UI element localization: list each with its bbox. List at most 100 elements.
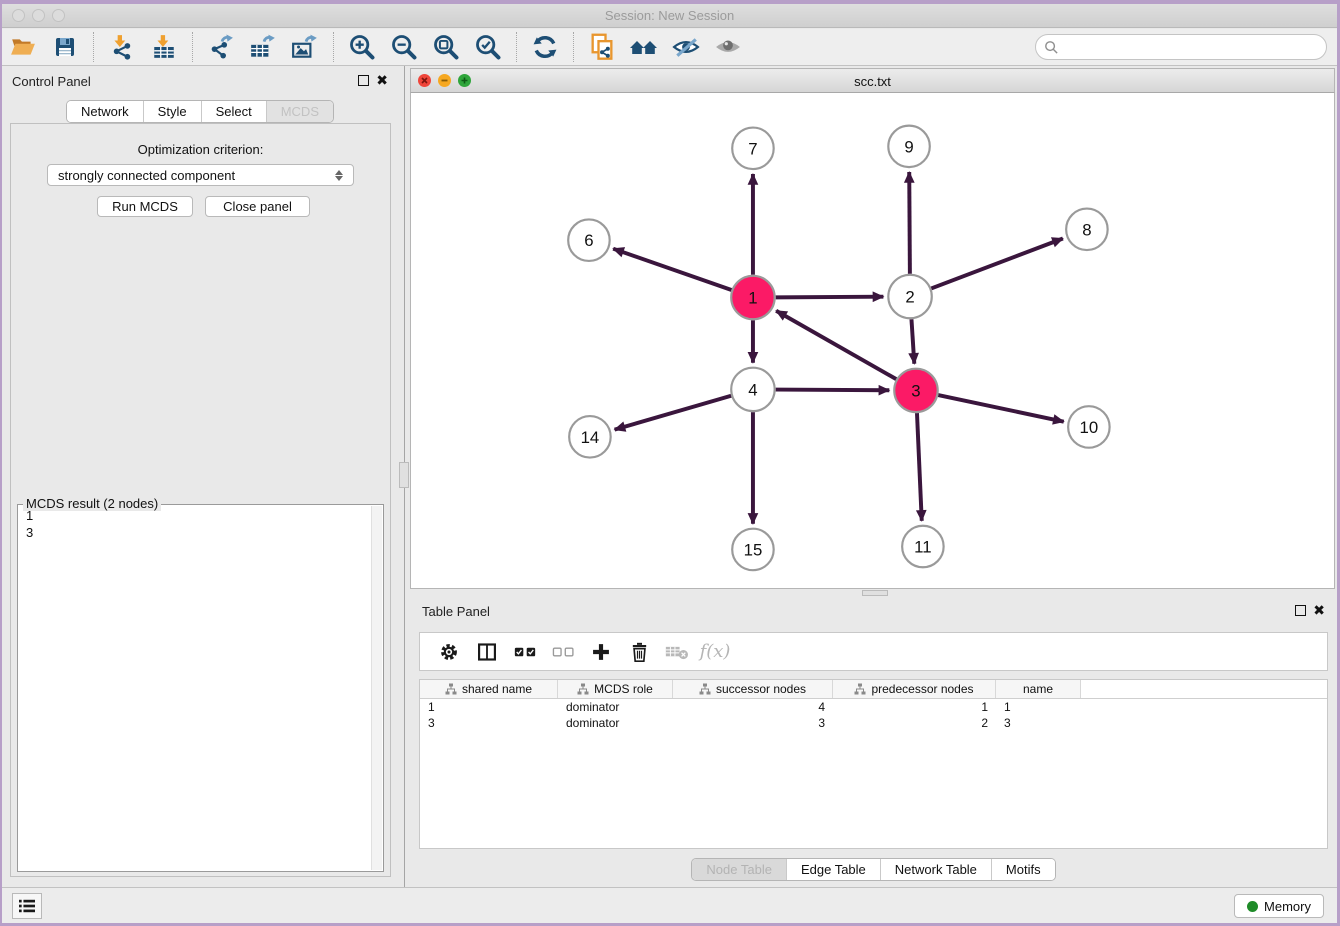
node-table[interactable]: shared nameMCDS role successor nodes prede… [419, 679, 1328, 849]
svg-text:14: 14 [581, 428, 600, 447]
column-header-successor-nodes[interactable]: successor nodes [673, 680, 833, 698]
run-mcds-button[interactable]: Run MCDS [97, 196, 193, 217]
tab-style[interactable]: Style [143, 101, 201, 122]
open-file-icon[interactable] [8, 32, 38, 62]
edge-1-6[interactable] [613, 249, 731, 290]
tab-network-table[interactable]: Network Table [880, 859, 991, 880]
delete-icon[interactable] [626, 639, 652, 665]
svg-text:1: 1 [748, 288, 757, 307]
column-header-shared-name[interactable]: shared name [420, 680, 558, 698]
edge-4-3[interactable] [776, 390, 890, 391]
column-header-name[interactable]: name [996, 680, 1081, 698]
graph-node-7[interactable]: 7 [732, 128, 773, 169]
graph-node-8[interactable]: 8 [1066, 209, 1107, 250]
float-table-panel-icon[interactable] [1295, 605, 1306, 616]
select-stepper-icon [335, 170, 343, 181]
table-cell[interactable]: dominator [558, 715, 673, 731]
zoom-selected-icon[interactable] [473, 32, 503, 62]
graph-node-14[interactable]: 14 [569, 416, 610, 457]
table-panel-tabs: Node TableEdge TableNetwork TableMotifs [691, 858, 1055, 881]
graph-node-4[interactable]: 4 [731, 368, 774, 411]
table-cell[interactable]: 3 [420, 715, 558, 731]
column-header-MCDS-role[interactable]: MCDS role [558, 680, 673, 698]
search-input[interactable] [1059, 40, 1326, 55]
edge-2-3[interactable] [911, 319, 914, 364]
table-cell[interactable]: 1 [833, 699, 996, 715]
select-all-checkboxes-icon[interactable] [512, 639, 538, 665]
column-header-empty [1081, 680, 1327, 698]
memory-button[interactable]: Memory [1234, 894, 1324, 918]
tab-node-table[interactable]: Node Table [692, 859, 786, 880]
network-canvas[interactable]: 7 9 6 8 1 2 4 3 14 10 15 11 [410, 93, 1335, 589]
tab-mcds[interactable]: MCDS [266, 101, 333, 122]
graph-node-11[interactable]: 11 [902, 526, 943, 567]
zoom-fit-icon[interactable] [431, 32, 461, 62]
export-image-icon[interactable] [290, 32, 320, 62]
vertical-splitter-grip[interactable] [399, 462, 409, 488]
hide-details-icon[interactable] [671, 32, 701, 62]
zoom-out-icon[interactable] [389, 32, 419, 62]
home-houses-icon[interactable] [629, 32, 659, 62]
settings-gear-icon[interactable] [436, 639, 462, 665]
edge-3-11[interactable] [917, 413, 922, 521]
network-window-titlebar[interactable]: scc.txt [410, 68, 1335, 93]
svg-text:11: 11 [914, 537, 931, 556]
table-cell[interactable]: 1 [996, 699, 1081, 715]
table-panel: Table Panel ✖ [410, 596, 1337, 887]
graph-node-3[interactable]: 3 [894, 369, 937, 412]
close-panel-button[interactable]: Close panel [205, 196, 310, 217]
column-header-predecessor-nodes[interactable]: predecessor nodes [833, 680, 996, 698]
table-cell[interactable]: 1 [420, 699, 558, 715]
show-details-icon[interactable] [713, 32, 743, 62]
tab-edge-table[interactable]: Edge Table [786, 859, 880, 880]
edge-2-8[interactable] [931, 238, 1063, 288]
table-row[interactable]: 3dominator323 [420, 715, 1327, 731]
tab-select[interactable]: Select [201, 101, 266, 122]
tab-motifs[interactable]: Motifs [991, 859, 1055, 880]
add-icon[interactable] [588, 639, 614, 665]
list-icon [18, 898, 36, 914]
table-cell[interactable]: 3 [996, 715, 1081, 731]
clone-network-icon[interactable] [587, 32, 617, 62]
table-cell[interactable]: 3 [673, 715, 833, 731]
graph-node-6[interactable]: 6 [568, 219, 609, 260]
table-cell[interactable]: 2 [833, 715, 996, 731]
function-builder-icon[interactable]: f(x) [702, 639, 728, 665]
network-graph[interactable]: 7 9 6 8 1 2 4 3 14 10 15 11 [411, 93, 1334, 588]
close-table-panel-icon[interactable]: ✖ [1313, 605, 1325, 616]
table-header-row[interactable]: shared nameMCDS role successor nodes prede… [420, 680, 1327, 699]
table-cell[interactable]: dominator [558, 699, 673, 715]
result-scrollbar[interactable] [371, 506, 382, 870]
graph-node-1[interactable]: 1 [731, 276, 774, 319]
optimization-criterion-select[interactable]: strongly connected component [47, 164, 354, 186]
edge-2-9[interactable] [909, 172, 910, 274]
graph-node-10[interactable]: 10 [1068, 406, 1109, 447]
table-cell[interactable]: 4 [673, 699, 833, 715]
export-network-icon[interactable] [206, 32, 236, 62]
import-network-icon[interactable] [107, 32, 137, 62]
refresh-icon[interactable] [530, 32, 560, 62]
delete-table-icon[interactable] [664, 639, 690, 665]
zoom-in-icon[interactable] [347, 32, 377, 62]
edge-1-2[interactable] [776, 297, 884, 298]
column-label: successor nodes [716, 682, 806, 696]
edge-3-10[interactable] [938, 395, 1064, 422]
task-history-button[interactable] [12, 893, 42, 919]
network-window: scc.txt 7 9 6 8 1 2 4 3 14 10 15 11 [410, 66, 1337, 596]
edge-4-14[interactable] [615, 396, 732, 430]
save-session-icon[interactable] [50, 32, 80, 62]
export-table-icon[interactable] [248, 32, 278, 62]
graph-node-15[interactable]: 15 [732, 529, 773, 570]
table-body[interactable]: 1dominator4113dominator323 [420, 699, 1327, 731]
graph-node-9[interactable]: 9 [888, 126, 929, 167]
close-panel-icon[interactable]: ✖ [376, 75, 388, 86]
edge-3-1[interactable] [776, 311, 896, 379]
deselect-all-checkboxes-icon[interactable] [550, 639, 576, 665]
import-table-icon[interactable] [149, 32, 179, 62]
graph-node-2[interactable]: 2 [888, 275, 931, 318]
tab-network[interactable]: Network [67, 101, 143, 122]
table-row[interactable]: 1dominator411 [420, 699, 1327, 715]
columns-icon[interactable] [474, 639, 500, 665]
search-box[interactable] [1035, 34, 1327, 60]
float-panel-icon[interactable] [358, 75, 369, 86]
